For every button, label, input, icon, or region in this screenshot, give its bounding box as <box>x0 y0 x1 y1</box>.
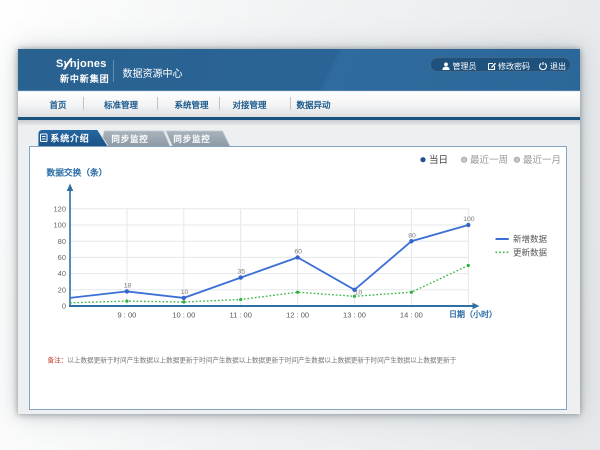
svg-text:120: 120 <box>53 204 66 213</box>
svg-text:9 : 00: 9 : 00 <box>117 310 136 319</box>
svg-text:数据交换（条）: 数据交换（条） <box>46 167 107 178</box>
svg-text:11 : 00: 11 : 00 <box>229 310 251 319</box>
svg-text:10: 10 <box>354 290 362 297</box>
svg-text:18: 18 <box>123 283 131 290</box>
svg-text:14 : 00: 14 : 00 <box>399 310 422 319</box>
svg-text:100: 100 <box>463 216 475 223</box>
svg-text:13 : 00: 13 : 00 <box>343 310 366 319</box>
svg-text:12 : 00: 12 : 00 <box>286 310 309 319</box>
svg-text:80: 80 <box>408 232 416 239</box>
svg-text:同步监控: 同步监控 <box>111 134 148 144</box>
svg-text:最近一月: 最近一月 <box>523 154 561 166</box>
svg-text:当日: 当日 <box>429 154 448 166</box>
svg-text:同步监控: 同步监控 <box>173 134 210 144</box>
svg-text:60: 60 <box>294 249 302 256</box>
svg-text:100: 100 <box>53 221 66 230</box>
svg-text:60: 60 <box>57 253 65 262</box>
svg-text:0: 0 <box>61 302 65 311</box>
svg-text:新增数据: 新增数据 <box>513 234 548 244</box>
svg-text:10: 10 <box>180 289 188 296</box>
svg-text:备注：以上数据更新于时间产生数据以上数据更新于时间产生数据以: 备注：以上数据更新于时间产生数据以上数据更新于时间产生数据以上数据更新于时间产生… <box>47 356 456 365</box>
svg-text:最近一周: 最近一周 <box>470 154 508 166</box>
svg-text:系统介绍: 系统介绍 <box>50 133 89 144</box>
svg-text:20: 20 <box>57 285 65 294</box>
svg-text:40: 40 <box>57 269 65 278</box>
svg-text:80: 80 <box>57 237 65 246</box>
svg-text:更新数据: 更新数据 <box>513 247 548 257</box>
svg-text:10 : 00: 10 : 00 <box>172 310 195 319</box>
svg-text:35: 35 <box>237 269 245 276</box>
svg-text:日期（小时）: 日期（小时） <box>449 309 497 319</box>
